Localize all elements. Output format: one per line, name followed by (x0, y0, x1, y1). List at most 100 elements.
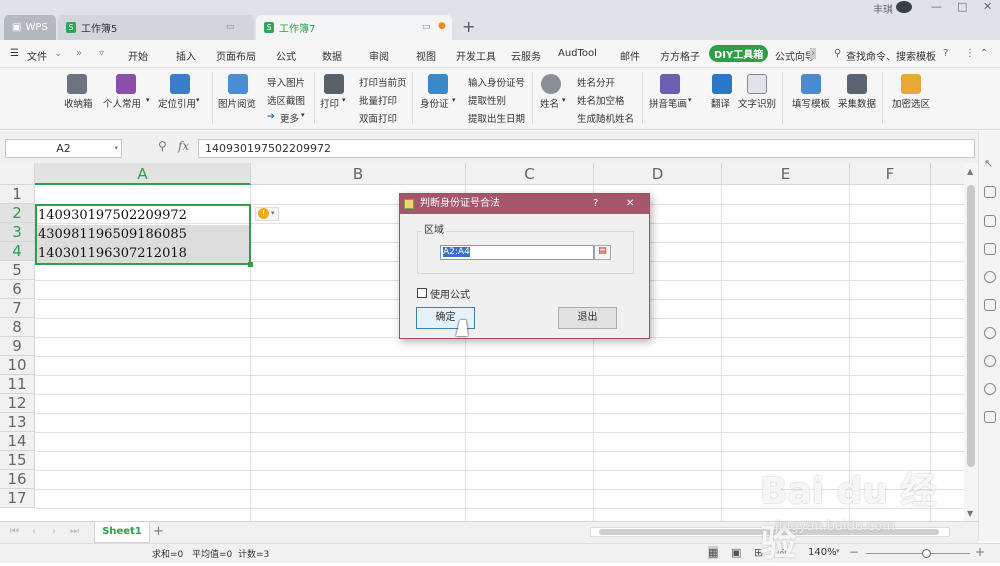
menu-page-layout[interactable]: 页面布局 (216, 48, 256, 63)
print-button[interactable]: 打印 (320, 96, 339, 110)
sheet-tab-sheet1[interactable]: Sheet1 (94, 522, 150, 543)
scroll-down-icon[interactable]: ▼ (967, 509, 973, 518)
search-icon[interactable]: ⚲ (834, 48, 841, 59)
chevron-down-icon[interactable]: ▾ (452, 96, 456, 104)
row-header[interactable]: 4 (0, 242, 35, 261)
menu-cloud[interactable]: 云服务 (511, 48, 541, 63)
column-header-g[interactable] (931, 163, 964, 185)
page-layout-icon[interactable]: ▣ (731, 546, 741, 559)
menu-home[interactable]: 开始 (128, 48, 148, 63)
copy-icon[interactable] (984, 243, 996, 255)
chevron-down-icon[interactable]: ▾ (146, 96, 150, 104)
duplex-print-button[interactable]: 双面打印 (359, 111, 397, 125)
fill-handle[interactable] (248, 262, 253, 267)
formula-input[interactable]: 140930197502209972 (198, 139, 975, 158)
name-button[interactable]: 姓名 (540, 96, 559, 110)
column-header-e[interactable]: E (722, 163, 850, 185)
row-header[interactable]: 7 (0, 299, 35, 318)
row-header[interactable]: 16 (0, 470, 35, 489)
menu-mail[interactable]: 邮件 (620, 48, 640, 63)
encrypt-selection-button[interactable]: 加密选区 (892, 96, 930, 110)
name-box[interactable]: A2 ▾ (5, 139, 122, 158)
row-header[interactable]: 1 (0, 185, 35, 204)
shapes-icon[interactable] (984, 186, 996, 198)
chevron-down-icon[interactable]: ▾ (688, 96, 692, 104)
chevron-down-icon[interactable]: ▾ (562, 96, 566, 104)
locate-reference-button[interactable]: 定位引用 (158, 96, 196, 110)
chevron-down-icon[interactable]: ▾ (196, 96, 200, 104)
wps-tab[interactable]: ▣ WPS (4, 15, 56, 40)
range-picker-icon[interactable]: ▤ (594, 245, 611, 260)
pinyin-stroke-button[interactable]: 拼音笔画 (649, 96, 687, 110)
menu-audtool[interactable]: AudTool (558, 48, 597, 59)
menu-developer[interactable]: 开发工具 (456, 48, 496, 63)
ocr-button[interactable]: 文字识别 (738, 96, 776, 110)
row-header[interactable]: 9 (0, 337, 35, 356)
dialog-title-bar[interactable]: 判断身份证号合法 ? ✕ (400, 194, 649, 214)
row-header[interactable]: 15 (0, 451, 35, 470)
zoom-out-button[interactable]: − (849, 545, 859, 559)
row-header[interactable]: 17 (0, 489, 35, 508)
name-add-space-button[interactable]: 姓名加空格 (577, 93, 625, 107)
split-name-button[interactable]: 姓名分开 (577, 75, 615, 89)
collect-data-button[interactable]: 采集数据 (838, 96, 876, 110)
zoom-level[interactable]: 140% (808, 547, 837, 558)
row-header[interactable]: 6 (0, 280, 35, 299)
selection-screenshot-button[interactable]: 选区截图 (267, 93, 305, 107)
user-name[interactable]: 丰琪 (873, 1, 893, 16)
error-smart-tag[interactable]: ! ▾ (255, 207, 279, 221)
menu-diy-toolbox[interactable]: DIY工具箱 (709, 45, 769, 62)
tab-workbook5[interactable]: S 工作簿5 ▭ (58, 15, 254, 40)
column-header-f[interactable]: F (850, 163, 931, 185)
range-input[interactable]: A2:A4 (440, 245, 594, 260)
print-current-button[interactable]: 打印当前页 (359, 75, 407, 89)
use-formula-checkbox[interactable] (417, 288, 427, 298)
more-button[interactable]: 更多 (280, 111, 299, 125)
expand-ribbon-icon[interactable]: ⌃ (980, 48, 988, 59)
fx-icon[interactable]: fx (178, 139, 189, 153)
zoom-search-icon[interactable]: ⚲ (158, 139, 167, 153)
apps-grid-icon[interactable] (984, 411, 996, 423)
new-tab-button[interactable]: + (462, 17, 475, 36)
command-search[interactable]: 查找命令、搜索模板 (846, 48, 936, 63)
star-icon[interactable] (984, 271, 996, 283)
close-window-button[interactable]: ✕ (983, 0, 992, 13)
row-header[interactable]: 10 (0, 356, 35, 375)
maximize-button[interactable]: □ (957, 0, 967, 13)
last-sheet-icon[interactable]: ⏭ (70, 526, 79, 537)
row-header[interactable]: 8 (0, 318, 35, 337)
collect-box-button[interactable]: 收纳箱 (64, 96, 93, 110)
chevron-down-icon[interactable]: ⌄ (54, 48, 62, 59)
tab-workbook7[interactable]: S 工作簿7 ▭ ● (256, 15, 452, 40)
next-sheet-icon[interactable]: › (52, 526, 56, 537)
prev-sheet-icon[interactable]: ‹ (32, 526, 36, 537)
avatar[interactable] (896, 1, 912, 13)
input-id-button[interactable]: 输入身份证号 (468, 75, 525, 89)
column-header-c[interactable]: C (466, 163, 594, 185)
help-icon[interactable]: ? (943, 48, 948, 59)
chevron-down-icon[interactable]: ▾ (114, 140, 118, 157)
exit-button[interactable]: 退出 (558, 307, 617, 329)
menu-insert[interactable]: 插入 (176, 48, 196, 63)
scroll-right-icon[interactable]: › (810, 48, 816, 59)
column-header-d[interactable]: D (594, 163, 722, 185)
id-card-button[interactable]: 身份证 (420, 96, 449, 110)
chevron-down-icon[interactable]: ▾ (836, 547, 840, 555)
hamburger-icon[interactable]: ☰ (10, 48, 19, 59)
zoom-slider[interactable] (866, 553, 970, 554)
row-header[interactable]: 2 (0, 204, 35, 223)
more-icon[interactable]: » (76, 48, 82, 59)
menu-view[interactable]: 视图 (416, 48, 436, 63)
zoom-slider-thumb[interactable] (922, 549, 931, 558)
row-header[interactable]: 5 (0, 261, 35, 280)
help-circle-icon[interactable] (984, 383, 996, 395)
chevron-down-icon[interactable]: ▾ (342, 96, 346, 104)
box-icon[interactable] (984, 299, 996, 311)
customize-icon[interactable]: ▿ (99, 48, 104, 59)
menu-review[interactable]: 审阅 (369, 48, 389, 63)
normal-view-icon[interactable]: ▦ (708, 546, 719, 559)
share-icon[interactable] (984, 327, 996, 339)
minimize-button[interactable]: — (931, 0, 942, 13)
collapse-icon[interactable]: ⋮ (965, 48, 975, 59)
menu-formula-wizard[interactable]: 公式向导 (775, 48, 815, 63)
